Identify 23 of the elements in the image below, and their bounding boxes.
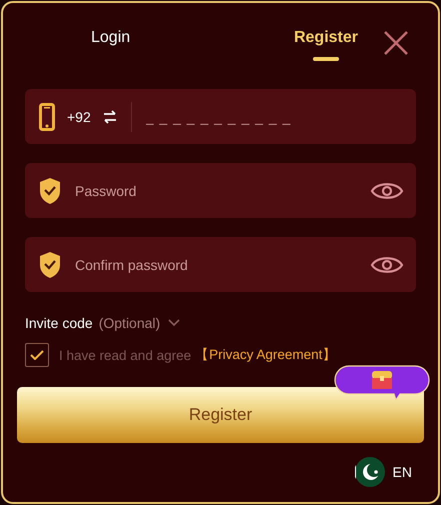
password-field[interactable]: Confirm password [73, 256, 358, 274]
flag-icon[interactable] [354, 457, 385, 487]
phone-icon [39, 102, 55, 130]
phone-field[interactable]: _ _ _ _ _ _ _ _ _ _ _ [144, 108, 404, 126]
optional-hint: (Optional) [98, 315, 160, 331]
agree-checkbox[interactable] [25, 343, 49, 367]
tab[interactable]: Register [294, 29, 358, 61]
agreement-text: I have read and agree [59, 348, 192, 362]
shield-check-icon [39, 250, 61, 278]
close-button[interactable] [382, 29, 410, 57]
gift-chest-badge[interactable] [334, 365, 430, 401]
chevron-icon[interactable] [168, 319, 180, 327]
close-icon [382, 29, 410, 57]
privacy-agreement-link[interactable]: 【Privacy Agreement】 [195, 346, 336, 364]
invite-code-label[interactable]: Invite code [25, 315, 93, 331]
language-label[interactable]: EN [392, 464, 412, 480]
shield-check-icon [39, 176, 61, 204]
check-icon [30, 350, 44, 360]
register-button[interactable]: Register [17, 387, 424, 443]
swap-icon[interactable] [102, 110, 117, 124]
country-code[interactable]: +92 [67, 108, 91, 124]
tab[interactable]: Login [91, 29, 130, 61]
password-field[interactable]: Password [73, 182, 358, 200]
